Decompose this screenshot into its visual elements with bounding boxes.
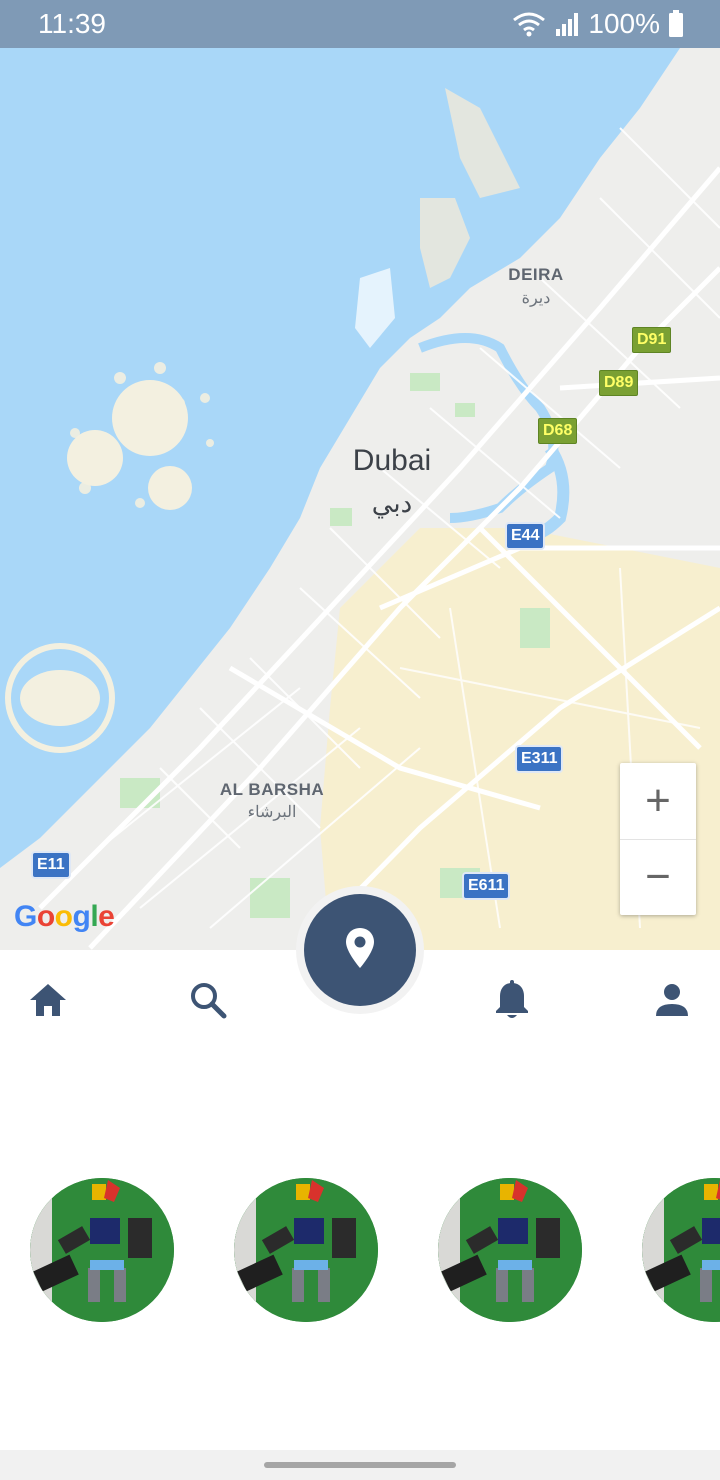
robot-photo-avatar[interactable] [438, 1178, 582, 1322]
status-icons: 100% [512, 8, 684, 40]
zoom-out-button[interactable]: − [620, 839, 696, 915]
road-badge-e11: E11 [31, 851, 71, 879]
map-label-dubai: Dubai [352, 444, 432, 477]
person-icon[interactable] [650, 978, 694, 1022]
system-navigation-bar [0, 1450, 720, 1480]
map-location-button[interactable] [304, 894, 416, 1006]
bell-icon[interactable] [490, 978, 534, 1022]
battery-icon [668, 10, 684, 38]
wifi-icon [512, 11, 546, 37]
status-time: 11:39 [38, 8, 106, 39]
map-label-al-barsha-ar: البرشاء [247, 804, 297, 821]
road-badge-e611: E611 [462, 872, 511, 900]
zoom-controls: + − [620, 763, 696, 915]
location-pin-icon [344, 927, 376, 974]
road-badge-d91: D91 [632, 327, 672, 353]
robot-photo-avatar[interactable] [234, 1178, 378, 1322]
map-label-deira: DEIRA [508, 265, 564, 284]
map-label-al-barsha: AL BARSHA [219, 780, 325, 799]
signal-icon [554, 11, 580, 37]
robot-photo-avatar[interactable] [642, 1178, 720, 1322]
google-logo: Google [14, 900, 115, 933]
zoom-in-button[interactable]: + [620, 763, 696, 840]
robot-photo-avatar[interactable] [30, 1178, 174, 1322]
road-badge-e44: E44 [505, 522, 546, 550]
status-bar: 11:39 100% [0, 0, 720, 48]
map-view[interactable]: DEIRA ديرة Dubai دبي AL BARSHA البرشاء D… [0, 48, 720, 950]
search-icon[interactable] [186, 978, 230, 1022]
road-badge-d68: D68 [538, 418, 578, 444]
road-badge-d89: D89 [599, 370, 639, 396]
road-badge-e311: E311 [515, 745, 564, 773]
avatar-row [0, 1178, 720, 1322]
home-indicator[interactable] [264, 1462, 456, 1468]
map-label-deira-ar: ديرة [521, 290, 551, 307]
home-icon[interactable] [26, 978, 70, 1022]
map-label-dubai-ar: دبي [371, 488, 413, 518]
battery-text: 100% [588, 8, 660, 39]
